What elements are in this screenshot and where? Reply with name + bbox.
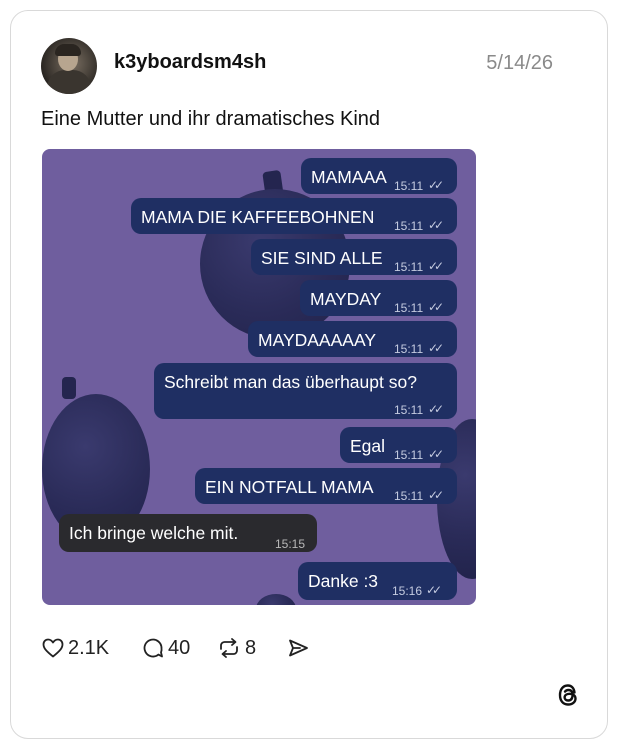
message-text: MAMA DIE KAFFEEBOHNEN [141, 207, 375, 227]
threads-logo-icon [555, 681, 581, 714]
post-caption: Eine Mutter und ihr dramatisches Kind [41, 108, 381, 130]
message-text: Schreibt man das überhaupt so? [164, 372, 417, 392]
message-text: EIN NOTFALL MAMA [205, 477, 374, 497]
like-count: 2.1K [68, 636, 110, 659]
read-check-icon: ✓✓ [428, 447, 444, 461]
read-check-icon: ✓✓ [428, 259, 444, 273]
chat-screenshot-image[interactable]: MAMAAA 15:11 ✓✓ MAMA DIE KAFFEEBOHNEN 15… [42, 149, 476, 605]
message-time: 15:15 [275, 537, 306, 551]
read-check-icon: ✓✓ [428, 218, 444, 232]
message-bubble: Danke :3 15:16 ✓✓ [298, 562, 457, 600]
post-card: k3yboardsm4sh 5/14/26 Eine Mutter und ih… [10, 10, 608, 739]
message-time: 15:11 [394, 342, 424, 356]
post-date: 5/14/26 [486, 52, 553, 74]
message-bubble: Schreibt man das überhaupt so? 15:11 ✓✓ [154, 363, 457, 419]
message-time: 15:11 [394, 489, 424, 503]
message-text: MAMAAA [311, 167, 387, 187]
message-time: 15:11 [394, 179, 424, 193]
read-check-icon: ✓✓ [428, 178, 444, 192]
message-time: 15:11 [394, 448, 424, 462]
message-bubble: SIE SIND ALLE 15:11 ✓✓ [251, 239, 457, 275]
message-text: MAYDAY [310, 289, 382, 309]
heart-icon [42, 638, 64, 658]
repost-count: 8 [245, 636, 257, 659]
comment-icon [143, 638, 163, 658]
share-button[interactable] [286, 636, 310, 660]
read-check-icon: ✓✓ [428, 300, 444, 314]
username[interactable]: k3yboardsm4sh [114, 51, 266, 74]
message-text: Egal [350, 436, 386, 456]
message-bubble-incoming: Ich bringe welche mit. 15:15 [59, 514, 317, 552]
message-text: Danke :3 [308, 571, 379, 591]
message-bubble: EIN NOTFALL MAMA 15:11 ✓✓ [195, 468, 457, 504]
message-bubble: MAMAAA 15:11 ✓✓ [301, 158, 457, 194]
read-check-icon: ✓✓ [426, 583, 442, 597]
message-bubble: MAMA DIE KAFFEEBOHNEN 15:11 ✓✓ [131, 198, 457, 234]
message-bubble: MAYDAY 15:11 ✓✓ [300, 280, 457, 316]
read-check-icon: ✓✓ [428, 488, 444, 502]
like-button[interactable]: 2.1K [41, 636, 109, 660]
message-text: Ich bringe welche mit. [69, 523, 239, 543]
avatar[interactable] [41, 38, 97, 94]
send-icon [289, 639, 308, 657]
message-time: 15:11 [394, 219, 424, 233]
comment-count: 40 [168, 636, 191, 659]
message-text: MAYDAAAAAY [258, 330, 376, 350]
message-time: 15:11 [394, 403, 424, 417]
message-bubble: MAYDAAAAAY 15:11 ✓✓ [248, 321, 457, 357]
comment-button[interactable]: 40 [141, 636, 190, 660]
message-time: 15:11 [394, 301, 424, 315]
repost-icon [220, 638, 238, 658]
message-bubble: Egal 15:11 ✓✓ [340, 427, 457, 463]
read-check-icon: ✓✓ [428, 402, 444, 416]
message-text: SIE SIND ALLE [261, 248, 383, 268]
message-time: 15:11 [394, 260, 424, 274]
read-check-icon: ✓✓ [428, 341, 444, 355]
message-time: 15:16 [392, 584, 423, 598]
fig-background-shape [256, 594, 296, 605]
repost-button[interactable]: 8 [216, 636, 256, 660]
